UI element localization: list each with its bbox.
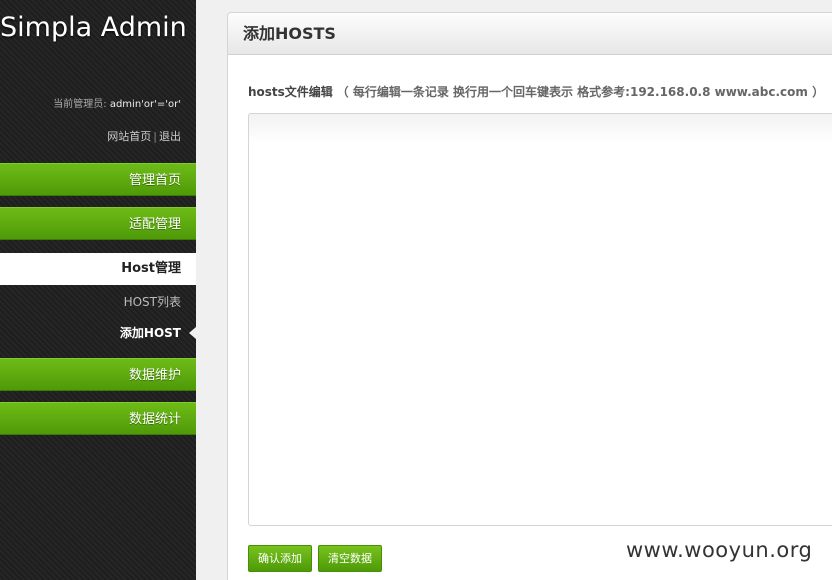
- app-title: Simpla Admin: [0, 12, 187, 43]
- confirm-add-button[interactable]: 确认添加: [248, 545, 312, 572]
- admin-info: 当前管理员: admin'or'='or': [53, 95, 181, 110]
- admin-prefix: 当前管理员:: [53, 99, 110, 110]
- header-links: 网站首页 | 退出: [107, 128, 181, 144]
- field-label-text: hosts文件编辑: [248, 85, 333, 99]
- watermark: www.wooyun.org: [626, 538, 813, 562]
- nav-item-host-management[interactable]: Host管理: [0, 253, 196, 285]
- clear-data-button[interactable]: 清空数据: [318, 545, 382, 572]
- hosts-textarea[interactable]: [248, 113, 832, 526]
- content-panel: 添加HOSTS hosts文件编辑 （ 每行编辑一条记录 换行用一个回车键表示 …: [227, 12, 832, 580]
- nav-item-data-maintenance[interactable]: 数据维护: [0, 358, 196, 391]
- subnav-host-list[interactable]: HOST列表: [124, 293, 181, 310]
- panel-title: 添加HOSTS: [228, 13, 832, 55]
- nav-item-dashboard[interactable]: 管理首页: [0, 163, 196, 196]
- admin-name: admin'or'='or': [109, 99, 181, 110]
- hosts-field-label: hosts文件编辑 （ 每行编辑一条记录 换行用一个回车键表示 格式参考:192…: [248, 83, 824, 100]
- nav-item-statistics[interactable]: 数据统计: [0, 402, 196, 435]
- subnav-add-host[interactable]: 添加HOST: [120, 324, 181, 341]
- link-separator: |: [153, 130, 157, 143]
- sidebar: Simpla Admin 当前管理员: admin'or'='or' 网站首页 |…: [0, 0, 196, 580]
- logout-link[interactable]: 退出: [159, 130, 181, 143]
- current-arrow-icon: [189, 327, 196, 339]
- nav-item-adapter[interactable]: 适配管理: [0, 207, 196, 240]
- field-hint: （ 每行编辑一条记录 换行用一个回车键表示 格式参考:192.168.0.8 w…: [336, 85, 825, 99]
- site-home-link[interactable]: 网站首页: [107, 130, 151, 143]
